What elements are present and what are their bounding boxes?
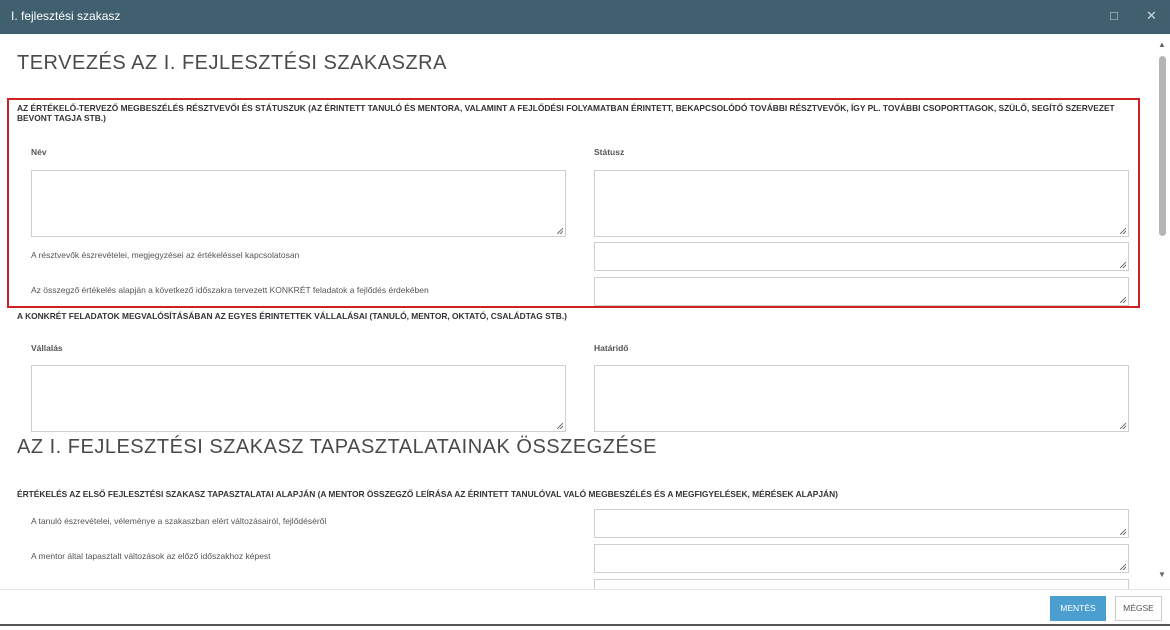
scroll-down-icon[interactable]: ▼	[1158, 570, 1166, 579]
dialog-window: I. fejlesztési szakasz □ ✕ TERVEZÉS AZ I…	[0, 0, 1170, 630]
commitments-section-title: A KONKRÉT FELADATOK MEGVALÓSÍTÁSÁBAN AZ …	[17, 311, 567, 321]
window-title: I. fejlesztési szakasz	[11, 9, 121, 23]
deadline-textarea[interactable]	[594, 365, 1129, 432]
form-content: TERVEZÉS AZ I. FEJLESZTÉSI SZAKASZRA AZ …	[0, 34, 1155, 589]
commitment-label: Vállalás	[31, 343, 63, 353]
title-bar: I. fejlesztési szakasz □ ✕	[0, 0, 1170, 34]
tasks-label: Az összegző értékelés alapján a következ…	[31, 285, 429, 295]
evaluation-section-title: ÉRTÉKELÉS AZ ELSŐ FEJLESZTÉSI SZAKASZ TA…	[17, 489, 838, 499]
save-button[interactable]: MENTÉS	[1050, 596, 1106, 621]
commitment-textarea[interactable]	[31, 365, 566, 432]
student-observations-textarea[interactable]	[594, 509, 1129, 538]
mentor-observations-label: A mentor által tapasztalt változások az …	[31, 551, 271, 561]
scroll-up-icon[interactable]: ▲	[1158, 40, 1166, 49]
status-textarea[interactable]	[594, 170, 1129, 237]
participants-section-title: AZ ÉRTÉKELŐ-TERVEZŐ MEGBESZÉLÉS RÉSZTVEV…	[17, 103, 1115, 123]
deadline-label: Határidő	[594, 343, 629, 353]
status-label: Státusz	[594, 147, 625, 157]
student-observations-label: A tanuló észrevételei, véleménye a szaka…	[31, 516, 327, 526]
summary-heading: AZ I. FEJLESZTÉSI SZAKASZ TAPASZTALATAIN…	[17, 436, 657, 458]
bottom-divider	[0, 624, 1170, 626]
close-icon[interactable]: ✕	[1146, 8, 1157, 24]
vertical-scrollbar[interactable]: ▲ ▼	[1155, 34, 1170, 589]
name-label: Név	[31, 147, 47, 157]
tasks-textarea[interactable]	[594, 277, 1129, 306]
cancel-button[interactable]: MÉGSE	[1115, 596, 1162, 621]
observations-label: A résztvevők észrevételei, megjegyzései …	[31, 250, 300, 260]
planning-heading: TERVEZÉS AZ I. FEJLESZTÉSI SZAKASZRA	[17, 52, 447, 74]
next-textarea[interactable]	[594, 579, 1129, 589]
maximize-icon[interactable]: □	[1110, 8, 1118, 23]
scrollbar-thumb[interactable]	[1159, 56, 1166, 236]
observations-textarea[interactable]	[594, 242, 1129, 271]
name-textarea[interactable]	[31, 170, 566, 237]
mentor-observations-textarea[interactable]	[594, 544, 1129, 573]
